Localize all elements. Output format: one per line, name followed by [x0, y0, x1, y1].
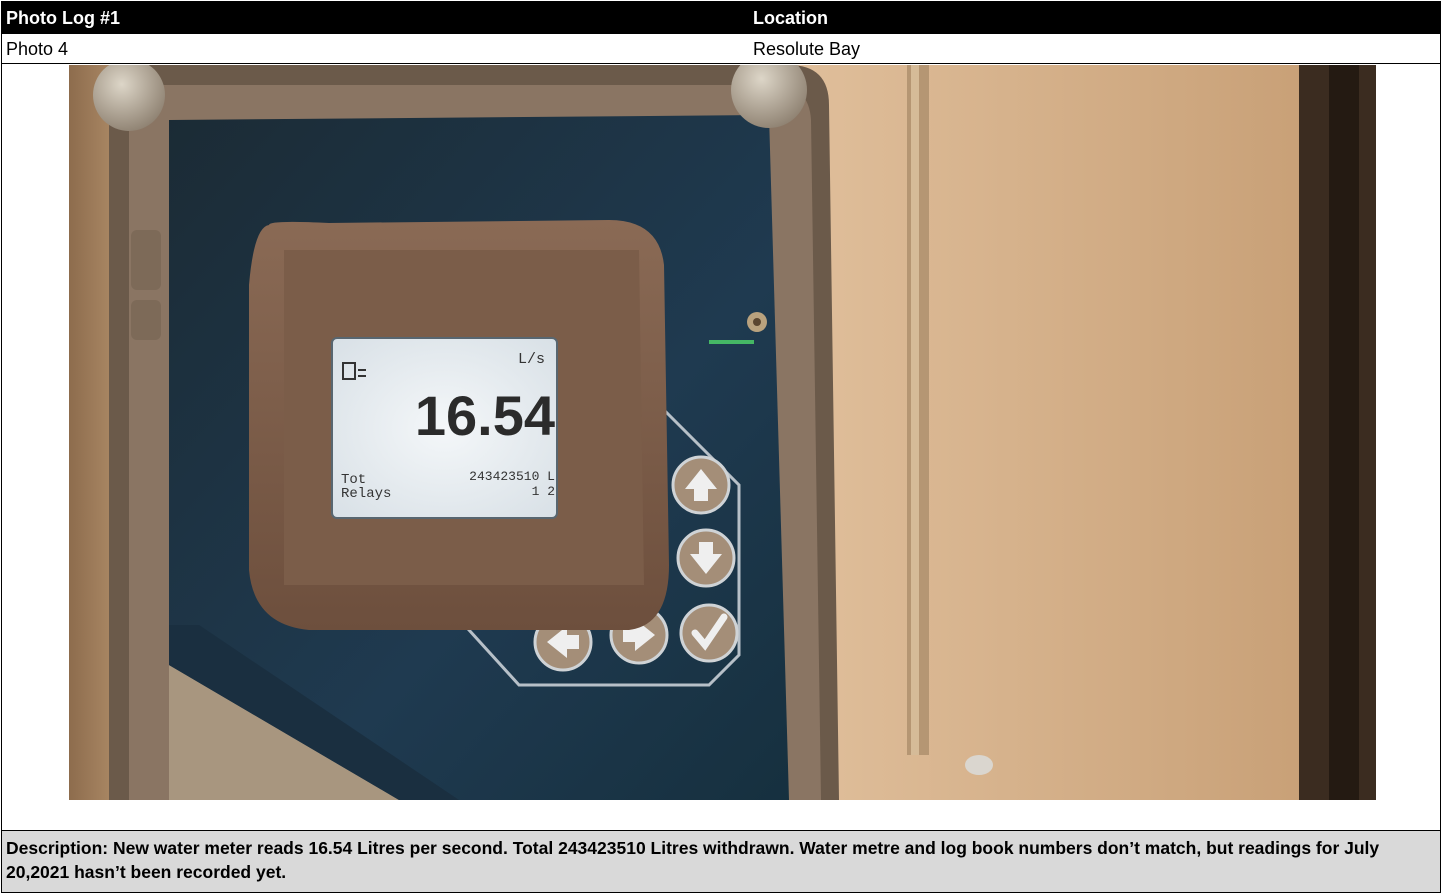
lcd-flow-value: 16.54: [415, 384, 555, 447]
photo-number: Photo 4: [6, 39, 69, 59]
photo-illustration: L/s 16.54 Tot Relays 243423510 L 1 2: [69, 65, 1376, 800]
up-arrow-button[interactable]: [671, 455, 731, 515]
header-row: Photo Log #1 Location: [2, 2, 1440, 34]
photo-log-title: Photo Log #1: [6, 8, 120, 28]
check-button[interactable]: [679, 603, 739, 663]
lcd-unit: L/s: [518, 351, 545, 368]
info-row: Photo 4 Resolute Bay: [2, 34, 1440, 64]
description-text: Description: New water meter reads 16.54…: [2, 831, 1440, 892]
photo-cell: L/s 16.54 Tot Relays 243423510 L 1 2: [2, 64, 1440, 831]
down-arrow-button[interactable]: [676, 528, 736, 588]
lcd-relays-label: Relays: [341, 486, 391, 502]
lcd-relays-value: 1 2: [532, 484, 555, 499]
location-heading: Location: [753, 8, 828, 28]
location-value: Resolute Bay: [753, 39, 861, 59]
photo-log-table: Photo Log #1 Location Photo 4 Resolute B…: [1, 1, 1441, 893]
water-meter-photo: L/s 16.54 Tot Relays 243423510 L 1 2: [69, 65, 1376, 800]
lcd-total-value: 243423510 L: [469, 469, 555, 484]
